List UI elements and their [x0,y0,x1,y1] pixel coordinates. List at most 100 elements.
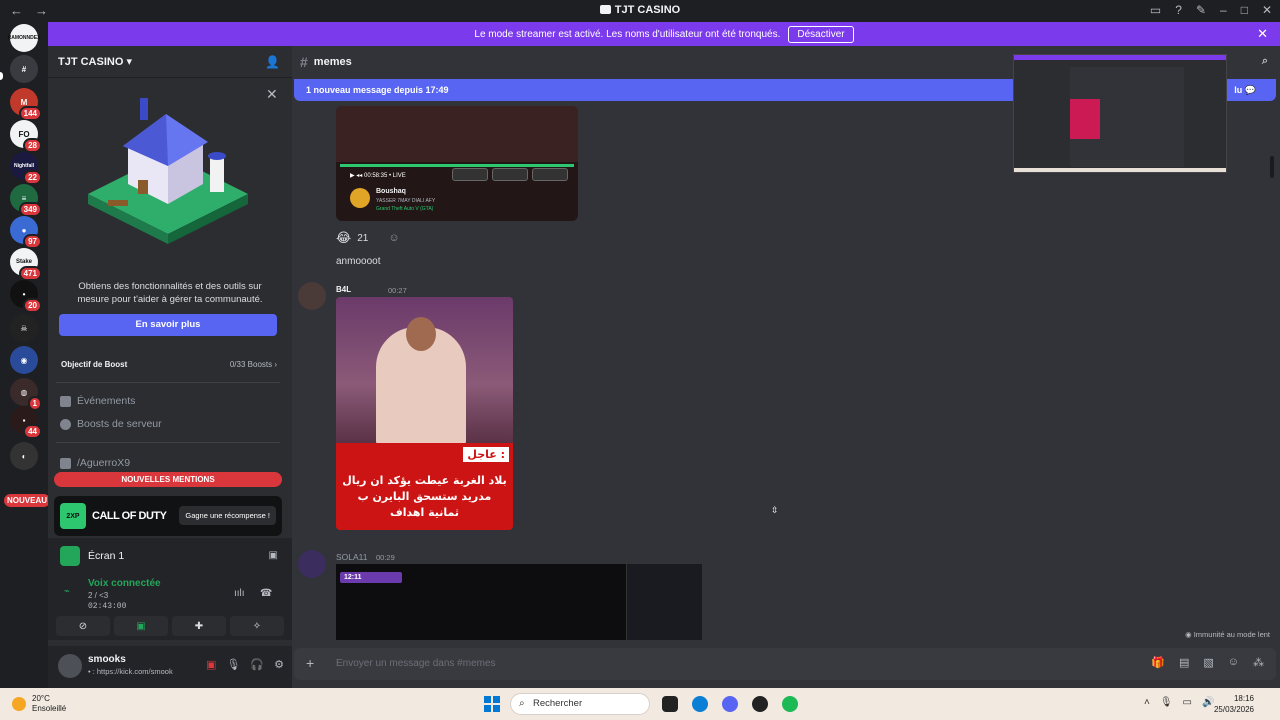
volume-icon[interactable]: 🔊 [1202,697,1214,708]
reaction-bar: 😂 21 ☺ [336,228,400,248]
signal-icon[interactable]: ⌁ [64,586,70,597]
maximize-button[interactable]: □ [1241,3,1248,17]
invite-people-icon[interactable]: 👤 [265,55,280,69]
screen-share-preview[interactable] [1013,54,1227,173]
sidebar-item-events[interactable]: Événements [60,392,135,410]
mark-read-button[interactable]: lu 💬 [1234,79,1256,101]
server-icon[interactable]: # [10,55,38,83]
avatar[interactable] [58,654,82,678]
screen-share-icon[interactable]: ▭ [1150,3,1161,17]
disable-streamer-button[interactable]: Désactiver [788,25,854,43]
close-banner-icon[interactable]: ✕ [1257,26,1268,42]
spotify-icon[interactable] [782,696,798,712]
server-label: RAMONNDEX [8,24,40,52]
voice-panel: Écran 1 ▣ ⌁ Voix connectée 2 / <3 02:43:… [48,538,292,640]
screen-share-icon [60,546,80,566]
edge-icon[interactable] [692,696,708,712]
video-attachment[interactable]: 12:11 [336,564,702,640]
nouveau-badge[interactable]: NOUVEAU [4,494,51,507]
discord-icon[interactable] [722,696,738,712]
close-promo-icon[interactable]: ✕ [266,86,278,103]
voice-channel-aguerrox9[interactable]: /AguerroX9 [60,454,130,472]
apps-icon[interactable]: ⁂ [1253,656,1264,669]
weather-widget[interactable]: 20°C Ensoleillé [12,694,66,714]
sticker-icon[interactable]: ▧ [1203,656,1213,669]
emoji-icon[interactable]: ☺ [1228,656,1239,669]
message-input[interactable]: Envoyer un message dans #memes [336,658,496,669]
close-window-button[interactable]: ✕ [1262,3,1272,17]
mouse-cursor-icon: ⇳ [771,505,779,515]
soundboard-icon[interactable]: ✧ [230,616,284,636]
image-attachment[interactable]: عاجل : بلاد الغربة عيطت يؤكد ان ريال مدر… [336,297,513,530]
noise-suppression-icon[interactable]: ıılı [234,588,245,599]
mark-read-label: lu [1234,85,1243,95]
microphone-icon[interactable]: 🎙 [1160,697,1173,708]
learn-more-button[interactable]: En savoir plus [59,314,277,336]
video-progress[interactable] [340,164,574,167]
minimize-button[interactable]: – [1220,3,1227,17]
server-icon[interactable]: ◉ [10,346,38,374]
earn-reward-button[interactable]: Gagne une récompense ! [179,506,276,525]
server-icon[interactable]: RAMONNDEX [8,24,40,52]
username[interactable]: smooks [88,654,126,665]
sidebar-item-server-boosts[interactable]: Boosts de serveur [60,415,162,433]
slowmode-immunity: ◉ Immunité au mode lent [1185,630,1270,639]
message-author[interactable]: SOLA11 [336,552,368,562]
server-icon[interactable]: ◍ 1 [10,378,42,411]
voice-controls: ⊘ ▣ ✚ ✧ [56,616,284,636]
avatar[interactable] [298,282,326,310]
clock[interactable]: 18:16 25/03/2026 [1214,693,1254,715]
help-icon[interactable]: ? [1175,3,1182,17]
selected-pill [0,72,3,80]
video-embed[interactable]: ▶ ◂◂ 00:58:35 • LIVE Boushaq YASSER 7MAY… [336,106,578,221]
search-icon[interactable]: ⌕ [1262,55,1268,68]
boost-goal[interactable]: Objectif de Boost 0/33 Boosts › [56,354,282,374]
server-header[interactable]: TJT CASINO ▾ 👤 [48,46,292,78]
gif-icon[interactable]: ▤ [1179,656,1189,669]
settings-gear-icon[interactable]: ⚙ [274,658,284,671]
microphone-icon[interactable]: 🎙 [226,658,240,671]
server-icon[interactable]: ☠ [10,314,38,342]
activities-icon[interactable]: ✚ [172,616,226,636]
server-icon[interactable]: ≡ 349 [10,184,42,217]
scrollbar-thumb[interactable] [1270,156,1274,178]
task-view-icon[interactable] [662,696,678,712]
gift-icon[interactable]: 🎁 [1151,656,1165,669]
windows-start-icon[interactable] [484,696,500,712]
camera-off-icon[interactable]: ⊘ [56,616,110,636]
discord-logo-icon [599,5,611,14]
unread-badge: 97 [23,234,42,249]
server-icon[interactable]: • 20 [10,280,42,313]
server-icon[interactable]: ◐ [10,442,38,470]
server-list: RAMONNDEX # M 144 FO 28 Nightfall 22 ≡ 349 ●… [0,22,51,688]
server-icon[interactable]: FO 28 [10,120,42,153]
tools-icon[interactable]: ✎ [1196,3,1206,17]
chevron-up-icon[interactable]: ˄ [1144,697,1150,708]
stream-off-icon[interactable]: ▣ [206,658,216,671]
add-attachment-icon[interactable]: + [306,655,314,671]
server-icon[interactable]: ● 97 [10,216,42,249]
server-icon[interactable]: Nightfall 22 [10,152,42,185]
user-status: • : https://kick.com/smook [88,667,173,676]
stop-stream-icon[interactable]: ▣ [269,550,278,561]
laughing-emoji-icon[interactable]: 😂 [336,230,351,246]
display-icon[interactable]: ▭ [1183,697,1192,708]
taskbar-search[interactable]: ⌕ Rechercher [510,693,650,715]
add-reaction-icon[interactable]: ☺ [388,232,399,244]
server-icon[interactable]: ▪ 44 [10,406,42,439]
screen-share-button[interactable]: ▣ [114,616,168,636]
call-of-duty-quest[interactable]: 2XP CALL OF DUTY Gagne une récompense ! [54,496,282,536]
server-icon[interactable]: M 144 [10,88,42,121]
server-icon[interactable]: Stake 471 [10,248,42,281]
voice-status[interactable]: Voix connectée [88,578,161,589]
clock-date: 25/03/2026 [1213,705,1254,714]
app-icon[interactable] [752,696,768,712]
message-author[interactable]: B4L [336,285,351,294]
taskbar-search-label: Rechercher [533,698,583,709]
new-mentions-pill[interactable]: NOUVELLES MENTIONS [54,472,282,487]
voice-timer: 02:43:00 [88,602,127,611]
avatar[interactable] [298,550,326,578]
screen-share-item[interactable]: Écran 1 [60,546,124,566]
headphones-icon[interactable]: 🎧 [250,658,264,671]
disconnect-icon[interactable]: ☎ [260,588,272,599]
